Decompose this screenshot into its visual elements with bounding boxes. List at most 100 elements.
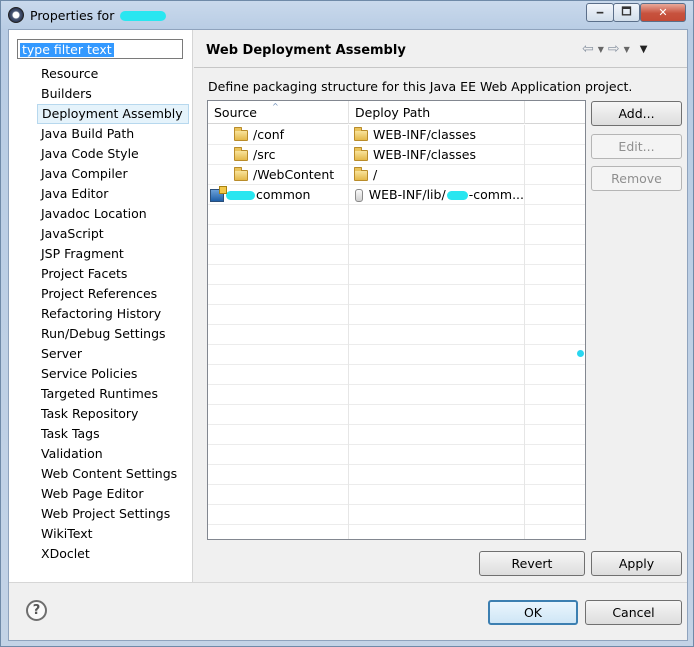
sidebar-item[interactable]: Server bbox=[37, 344, 189, 364]
empty-cell bbox=[349, 465, 525, 485]
sidebar-item[interactable]: Builders bbox=[37, 84, 189, 104]
filler-cell bbox=[525, 125, 585, 145]
empty-row bbox=[208, 365, 585, 385]
help-icon[interactable]: ? bbox=[26, 600, 47, 621]
property-tree: Resource Builders Deployment Assembly Java … bbox=[37, 64, 189, 564]
empty-cell bbox=[349, 405, 525, 425]
sidebar-item[interactable]: Web Project Settings bbox=[37, 504, 189, 524]
empty-row bbox=[208, 225, 585, 245]
remove-button[interactable]: Remove bbox=[591, 166, 682, 191]
table-row[interactable]: common WEB-INF/lib/ -comm... bbox=[208, 185, 585, 205]
deploy-path-text: / bbox=[373, 167, 378, 182]
column-header-deploy-path[interactable]: Deploy Path bbox=[349, 101, 525, 124]
empty-row bbox=[208, 425, 585, 445]
sidebar-item[interactable]: Project Facets bbox=[37, 264, 189, 284]
view-menu-icon[interactable]: ▼ bbox=[640, 44, 648, 55]
sidebar-item[interactable]: Service Policies bbox=[37, 364, 189, 384]
revert-button[interactable]: Revert bbox=[479, 551, 585, 576]
sidebar-item[interactable]: Task Repository bbox=[37, 404, 189, 424]
redacted-project-name bbox=[120, 11, 167, 21]
empty-cell bbox=[525, 425, 585, 445]
close-button[interactable]: ✕ bbox=[640, 3, 686, 22]
sidebar-item[interactable]: Java Code Style bbox=[37, 144, 189, 164]
back-dropdown-icon[interactable]: ▼ bbox=[598, 45, 604, 54]
forward-arrow-icon[interactable]: ⇨ bbox=[608, 41, 620, 57]
window-title-text: Properties for bbox=[30, 8, 115, 23]
empty-cell bbox=[349, 385, 525, 405]
filter-input[interactable]: type filter text bbox=[17, 39, 183, 59]
sidebar-item[interactable]: Task Tags bbox=[37, 424, 189, 444]
empty-row bbox=[208, 385, 585, 405]
empty-row bbox=[208, 205, 585, 225]
sidebar-item[interactable]: Javadoc Location bbox=[37, 204, 189, 224]
empty-cell bbox=[525, 265, 585, 285]
filler-cell bbox=[525, 185, 585, 205]
sidebar-item[interactable]: Deployment Assembly bbox=[37, 104, 189, 124]
apply-button[interactable]: Apply bbox=[591, 551, 682, 576]
sidebar-item[interactable]: Java Editor bbox=[37, 184, 189, 204]
maximize-button[interactable]: 🗖 bbox=[613, 3, 640, 22]
table-row[interactable]: /src WEB-INF/classes bbox=[208, 145, 585, 165]
column-header-source[interactable]: ^ Source bbox=[208, 101, 349, 124]
empty-cell bbox=[525, 445, 585, 465]
table-row[interactable]: /conf WEB-INF/classes bbox=[208, 125, 585, 145]
empty-cell bbox=[208, 325, 349, 345]
empty-cell bbox=[208, 525, 349, 539]
add-button[interactable]: Add... bbox=[591, 101, 682, 126]
source-cell: /src bbox=[208, 145, 349, 165]
source-text: common bbox=[256, 187, 311, 202]
filter-placeholder: type filter text bbox=[20, 42, 114, 57]
back-arrow-icon[interactable]: ⇦ bbox=[582, 41, 594, 57]
sidebar-item[interactable]: Refactoring History bbox=[37, 304, 189, 324]
empty-cell bbox=[208, 385, 349, 405]
empty-cell bbox=[208, 365, 349, 385]
empty-cell bbox=[525, 345, 585, 365]
empty-row bbox=[208, 245, 585, 265]
project-icon bbox=[210, 185, 227, 202]
sidebar-item[interactable]: Java Build Path bbox=[37, 124, 189, 144]
column-header-filler bbox=[525, 101, 585, 124]
folder-icon bbox=[354, 126, 368, 141]
cancel-button[interactable]: Cancel bbox=[585, 600, 682, 625]
sidebar-item[interactable]: Project References bbox=[37, 284, 189, 304]
window-title: Properties for bbox=[30, 8, 167, 23]
empty-cell bbox=[525, 465, 585, 485]
empty-row bbox=[208, 525, 585, 539]
source-text: /conf bbox=[253, 127, 285, 142]
sidebar-item[interactable]: Validation bbox=[37, 444, 189, 464]
table-row[interactable]: /WebContent / bbox=[208, 165, 585, 185]
eclipse-icon bbox=[8, 7, 24, 23]
empty-cell bbox=[525, 405, 585, 425]
edit-button[interactable]: Edit... bbox=[591, 134, 682, 159]
empty-row bbox=[208, 485, 585, 505]
empty-cell bbox=[525, 385, 585, 405]
sidebar-item[interactable]: JSP Fragment bbox=[37, 244, 189, 264]
sidebar-item[interactable]: WikiText bbox=[37, 524, 189, 544]
empty-cell bbox=[349, 245, 525, 265]
empty-cell bbox=[208, 405, 349, 425]
forward-dropdown-icon[interactable]: ▼ bbox=[624, 45, 630, 54]
ok-button[interactable]: OK bbox=[488, 600, 578, 625]
empty-row bbox=[208, 345, 585, 365]
source-text: /src bbox=[253, 147, 276, 162]
deploy-path-cell: / bbox=[349, 165, 525, 185]
sidebar-item[interactable]: Web Content Settings bbox=[37, 464, 189, 484]
page-title: Web Deployment Assembly bbox=[206, 43, 406, 58]
sidebar-item[interactable]: Java Compiler bbox=[37, 164, 189, 184]
sidebar-item[interactable]: Targeted Runtimes bbox=[37, 384, 189, 404]
deploy-path-cell: WEB-INF/lib/ -comm... bbox=[349, 185, 525, 205]
minimize-button[interactable]: 🗕 bbox=[586, 3, 614, 22]
sidebar-item[interactable]: Web Page Editor bbox=[37, 484, 189, 504]
sidebar-item[interactable]: Run/Debug Settings bbox=[37, 324, 189, 344]
column-deploy-path-label: Deploy Path bbox=[355, 105, 431, 120]
empty-cell bbox=[208, 205, 349, 225]
empty-cell bbox=[208, 485, 349, 505]
sidebar-item[interactable]: XDoclet bbox=[37, 544, 189, 564]
header-divider bbox=[194, 67, 687, 68]
sidebar-item[interactable]: Resource bbox=[37, 64, 189, 84]
empty-row bbox=[208, 325, 585, 345]
empty-cell bbox=[525, 525, 585, 539]
empty-cell bbox=[525, 285, 585, 305]
sidebar-item[interactable]: JavaScript bbox=[37, 224, 189, 244]
page-description: Define packaging structure for this Java… bbox=[208, 79, 633, 94]
